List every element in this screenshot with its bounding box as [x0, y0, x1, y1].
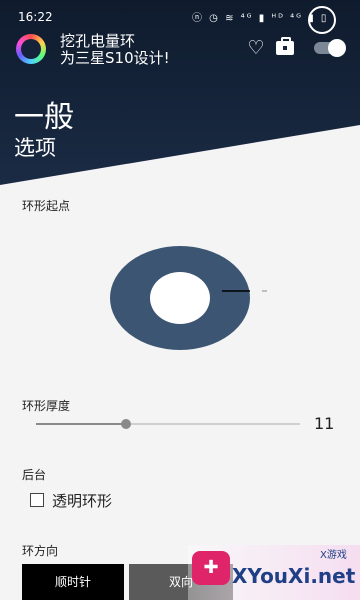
app-title-line2: 为三星S10设计! [60, 49, 170, 67]
watermark-logo-icon: ✚ [192, 551, 230, 585]
ring-start-picker[interactable] [105, 240, 275, 360]
heart-icon[interactable]: ♡ [246, 38, 266, 58]
page-subheading: 选项 [14, 136, 56, 160]
direction-label: 环方向 [22, 544, 59, 558]
slider-thumb[interactable] [120, 419, 131, 429]
app-title-line1: 挖孔电量环 [60, 32, 136, 50]
ring-thickness-label: 环形厚度 [22, 399, 71, 413]
transparent-ring-checkbox[interactable] [30, 493, 44, 507]
page-heading: 一般 [14, 100, 74, 135]
shop-bag-icon[interactable] [276, 37, 294, 55]
app-logo-icon [16, 34, 46, 64]
transparent-ring-label[interactable]: 透明环形 [52, 490, 112, 511]
app-title: 挖孔电量环 为三星S10设计! [60, 33, 170, 67]
toggle-knob [328, 39, 346, 57]
watermark-brand: XYouXi.net [232, 564, 356, 588]
enable-toggle[interactable] [314, 39, 346, 57]
ring-start-label: 环形起点 [22, 199, 71, 213]
battery-ring-icon [308, 6, 336, 34]
ring-hole [150, 272, 210, 324]
background-label: 后台 [22, 468, 47, 482]
status-time: 16:22 [18, 10, 53, 24]
thickness-value: 11 [314, 414, 335, 433]
slider-fill [36, 423, 126, 425]
thickness-slider[interactable] [36, 419, 300, 429]
direction-clockwise-button[interactable]: 顺时针 [22, 564, 124, 600]
watermark-small-text: X游戏 [320, 550, 347, 561]
status-bar: 16:22 ⓝ ◷ ≋ ⁴ᴳ ▮ ᴴᴰ ⁴ᴳ ▮ ▯ [0, 0, 360, 34]
